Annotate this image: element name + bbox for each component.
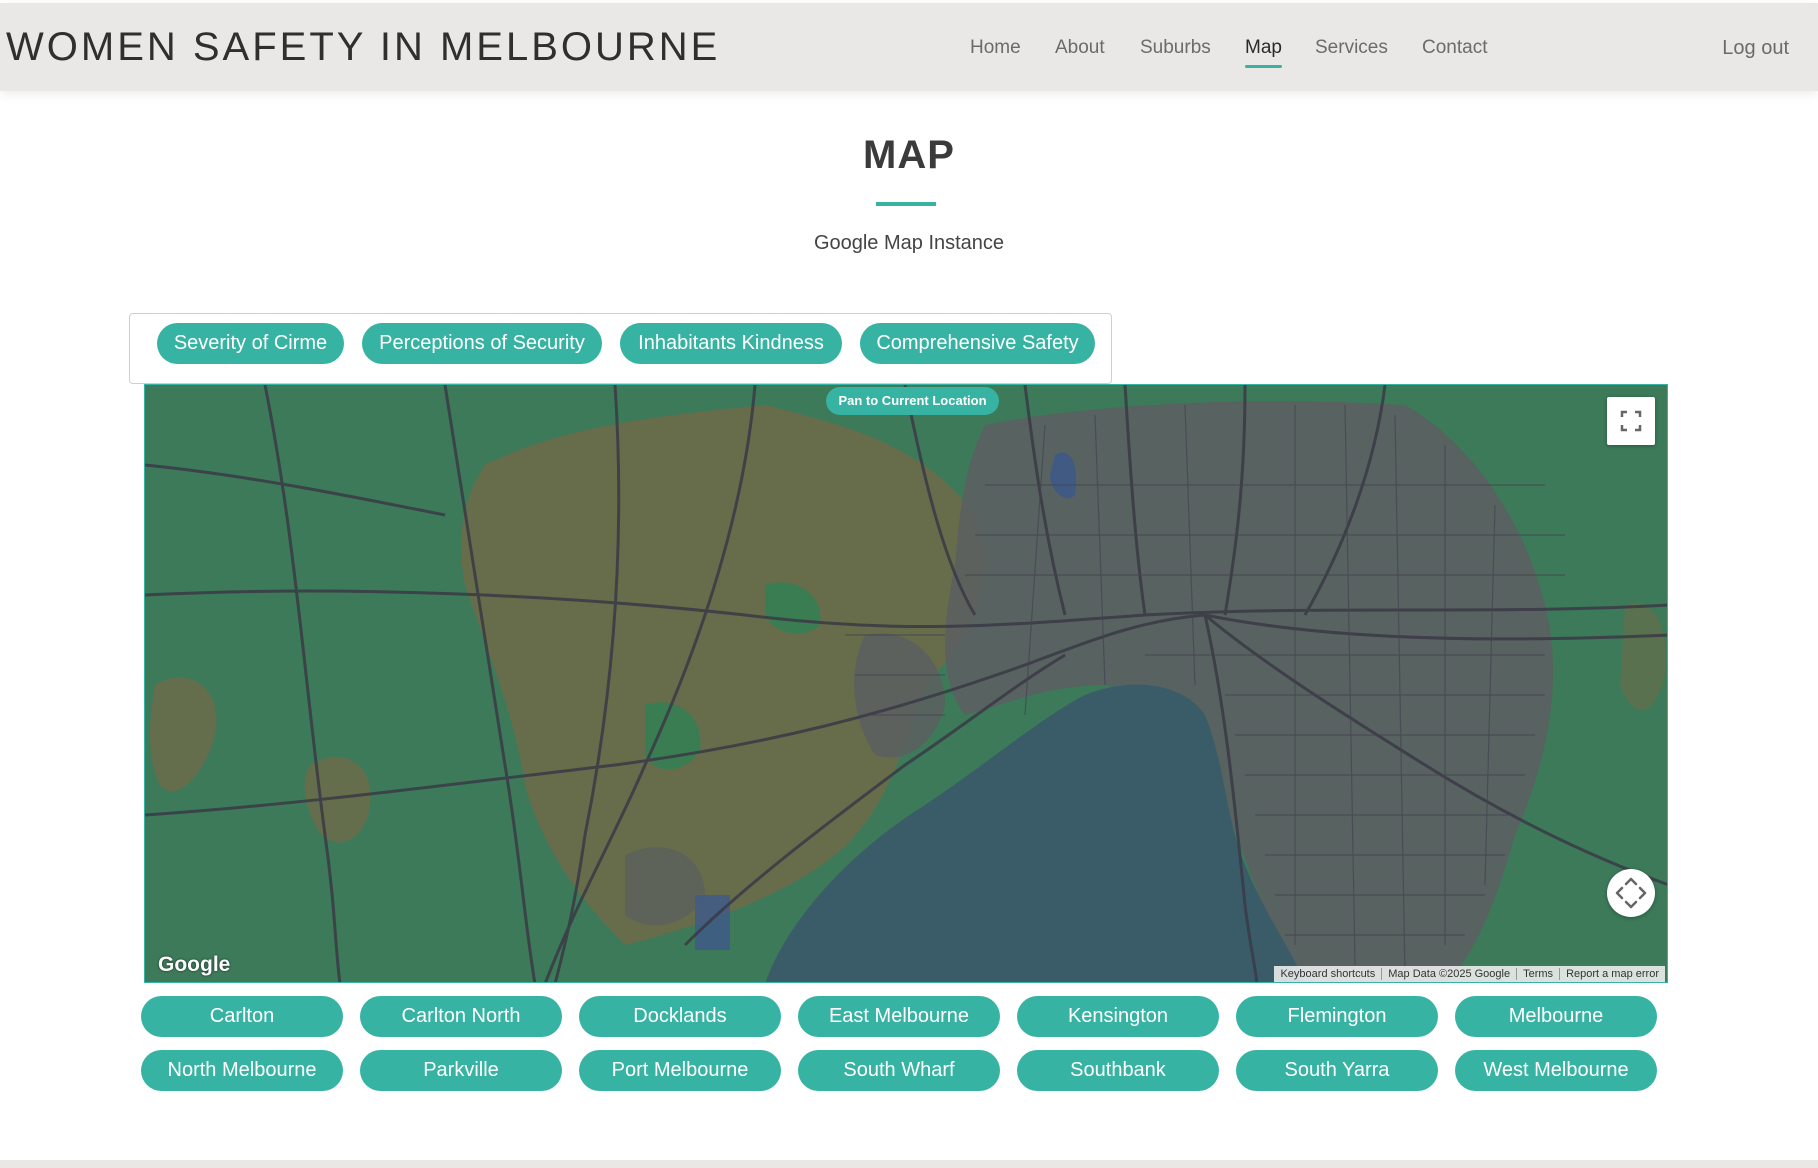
suburb-east-melbourne-button[interactable]: East Melbourne — [798, 996, 1000, 1037]
fullscreen-button[interactable] — [1607, 397, 1655, 445]
google-map[interactable]: Pan to Current Location Google Keyboard … — [144, 384, 1668, 983]
suburb-north-melbourne-button[interactable]: North Melbourne — [141, 1050, 343, 1091]
map-data-label: Map Data ©2025 Google — [1381, 968, 1516, 980]
suburb-port-melbourne-button[interactable]: Port Melbourne — [579, 1050, 781, 1091]
suburb-melbourne-button[interactable]: Melbourne — [1455, 996, 1657, 1037]
title-underline — [876, 202, 936, 206]
suburb-south-wharf-button[interactable]: South Wharf — [798, 1050, 1000, 1091]
suburb-flemington-button[interactable]: Flemington — [1236, 996, 1438, 1037]
footer-divider — [0, 1160, 1818, 1168]
report-map-error-link[interactable]: Report a map error — [1559, 968, 1665, 980]
map-camera-control-button[interactable] — [1607, 869, 1655, 917]
page-subtitle: Google Map Instance — [813, 232, 1005, 254]
suburb-kensington-button[interactable]: Kensington — [1017, 996, 1219, 1037]
terms-link[interactable]: Terms — [1516, 968, 1559, 980]
nav-contact[interactable]: Contact — [1422, 37, 1487, 59]
nav-map[interactable]: Map — [1245, 37, 1282, 68]
pan-to-current-location-button[interactable]: Pan to Current Location — [826, 387, 999, 415]
filter-comprehensive-safety[interactable]: Comprehensive Safety — [860, 323, 1095, 364]
nav-about[interactable]: About — [1055, 37, 1105, 59]
move-arrows-icon — [1615, 877, 1647, 909]
filter-perceptions-of-security[interactable]: Perceptions of Security — [362, 323, 602, 364]
filter-severity-of-crime[interactable]: Severity of Cirme — [157, 323, 344, 364]
fullscreen-icon — [1620, 410, 1642, 432]
suburb-south-yarra-button[interactable]: South Yarra — [1236, 1050, 1438, 1091]
suburb-carlton-north-button[interactable]: Carlton North — [360, 996, 562, 1037]
suburb-docklands-button[interactable]: Docklands — [579, 996, 781, 1037]
suburb-west-melbourne-button[interactable]: West Melbourne — [1455, 1050, 1657, 1091]
keyboard-shortcuts-link[interactable]: Keyboard shortcuts — [1274, 968, 1381, 980]
nav-links: Home About Suburbs Map Services Contact — [0, 3, 1818, 91]
nav-services[interactable]: Services — [1315, 37, 1388, 59]
suburb-southbank-button[interactable]: Southbank — [1017, 1050, 1219, 1091]
google-logo: Google — [158, 953, 231, 976]
filter-toolbar: Severity of Cirme Perceptions of Securit… — [129, 313, 1112, 384]
nav-home[interactable]: Home — [970, 37, 1021, 59]
map-tiles[interactable] — [145, 385, 1668, 983]
suburb-parkville-button[interactable]: Parkville — [360, 1050, 562, 1091]
filter-inhabitants-kindness[interactable]: Inhabitants Kindness — [620, 323, 842, 364]
nav-suburbs[interactable]: Suburbs — [1140, 37, 1211, 59]
page-title: MAP — [863, 133, 955, 177]
map-attribution: Keyboard shortcuts Map Data ©2025 Google… — [1274, 966, 1665, 982]
suburb-carlton-button[interactable]: Carlton — [141, 996, 343, 1037]
navbar: WOMEN SAFETY IN MELBOURNE Home About Sub… — [0, 3, 1818, 91]
logout-link[interactable]: Log out — [1722, 37, 1789, 60]
